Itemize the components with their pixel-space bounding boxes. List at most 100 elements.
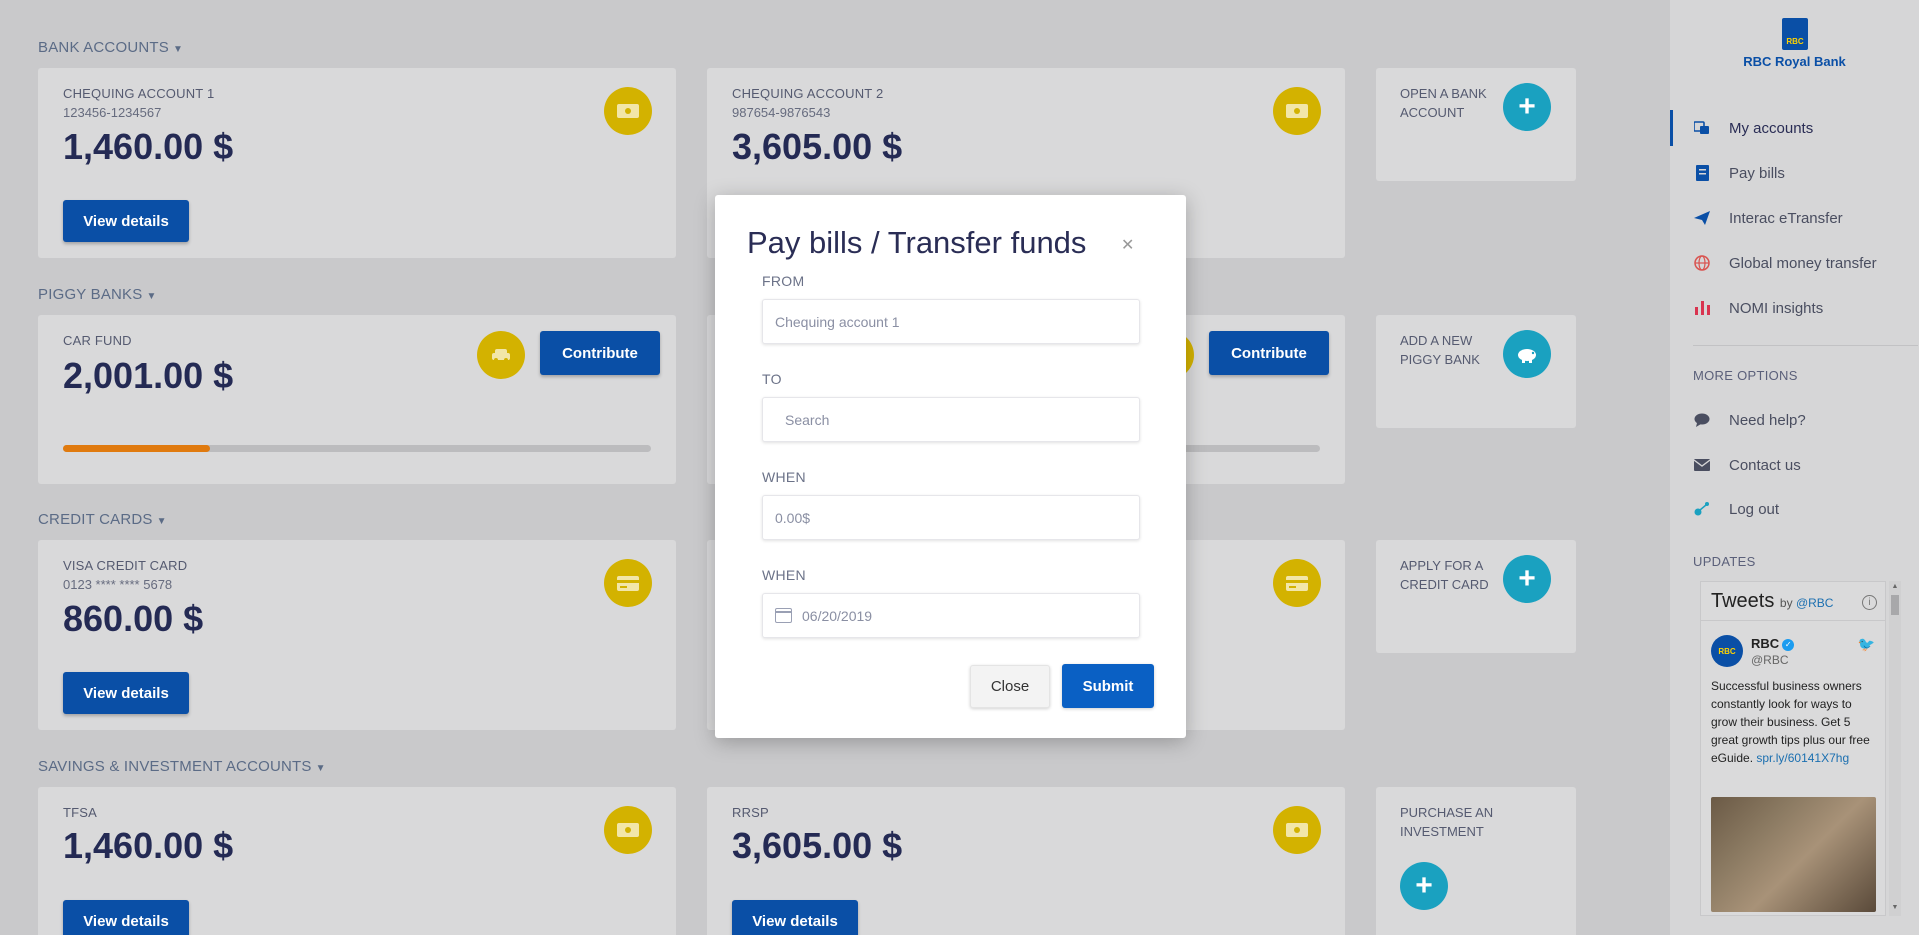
tweets-by-handle[interactable]: @RBC [1796, 596, 1834, 610]
apply-credit-label: APPLY FOR A CREDIT CARD [1400, 558, 1489, 592]
savings-balance: 3,605.00 $ [732, 825, 903, 866]
nav-contact-us[interactable]: Contact us [1670, 447, 1919, 483]
tweet-handle[interactable]: @RBC [1751, 653, 1789, 667]
nav-label: My accounts [1729, 119, 1814, 137]
tweets-scrollbar[interactable]: ▲ ▼ [1889, 581, 1901, 916]
account-balance: 3,605.00 $ [732, 126, 903, 167]
plus-icon[interactable]: + [1400, 862, 1448, 910]
nav-log-out[interactable]: Log out [1670, 491, 1919, 527]
chevron-down-icon: ▼ [156, 516, 167, 527]
contribute-button[interactable]: Contribute [1209, 331, 1329, 375]
scroll-up-arrow-icon[interactable]: ▲ [1889, 583, 1901, 593]
to-search-input[interactable]: Search [762, 397, 1140, 442]
tweet-author[interactable]: RBC ✓ [1751, 636, 1795, 651]
close-button[interactable]: Close [970, 665, 1050, 708]
cash-icon [604, 806, 652, 854]
chart-icon [1694, 300, 1710, 316]
open-account-card[interactable]: OPEN A BANK ACCOUNT + [1376, 68, 1576, 181]
add-piggy-card[interactable]: ADD A NEW PIGGY BANK [1376, 315, 1576, 428]
nav-label: Global money transfer [1729, 254, 1877, 272]
nav-label: Contact us [1729, 456, 1801, 474]
apply-credit-card[interactable]: APPLY FOR A CREDIT CARD + [1376, 540, 1576, 653]
nav-need-help[interactable]: Need help? [1670, 402, 1919, 438]
from-label: FROM [762, 273, 805, 289]
sidebar-divider [1693, 345, 1918, 346]
tweets-header: Tweets by @RBC [1711, 590, 1833, 613]
piggy-balance: 2,001.00 $ [63, 355, 234, 396]
view-details-button[interactable]: View details [63, 672, 189, 714]
chevron-down-icon: ▼ [172, 44, 184, 55]
close-icon[interactable]: ✕ [1121, 235, 1134, 255]
tweet-link[interactable]: spr.ly/60141X7hg [1756, 751, 1849, 765]
savings-name: TFSA [63, 805, 98, 820]
add-piggy-label: ADD A NEW PIGGY BANK [1400, 333, 1480, 367]
section-savings[interactable]: SAVINGS & INVESTMENT ACCOUNTS ▼ [38, 758, 326, 775]
pay-bills-modal: Pay bills / Transfer funds ✕ FROM Chequi… [715, 195, 1186, 738]
contribute-button[interactable]: Contribute [540, 331, 660, 375]
mail-icon [1694, 457, 1710, 473]
amount-input[interactable]: 0.00$ [762, 495, 1140, 540]
account-card-chequing-1: CHEQUING ACCOUNT 1 123456-1234567 1,460.… [38, 68, 676, 258]
from-select[interactable]: Chequing account 1 [762, 299, 1140, 344]
date-input[interactable]: 06/20/2019 [762, 593, 1140, 638]
scroll-down-arrow-icon[interactable]: ▼ [1889, 904, 1901, 914]
rbc-logo: RBC [1782, 18, 1808, 50]
piggy-name: CAR FUND [63, 333, 132, 348]
savings-name: RRSP [732, 805, 769, 820]
view-details-button[interactable]: View details [732, 900, 858, 935]
nav-label: Log out [1729, 500, 1780, 518]
nav-interac-etransfer[interactable]: Interac eTransfer [1670, 200, 1919, 236]
section-bank-accounts[interactable]: BANK ACCOUNTS ▼ [38, 39, 183, 56]
avatar[interactable]: RBC [1711, 635, 1743, 667]
view-details-button[interactable]: View details [63, 900, 189, 935]
nav-label: Need help? [1729, 411, 1806, 429]
scroll-thumb[interactable] [1891, 595, 1899, 615]
submit-button[interactable]: Submit [1062, 664, 1154, 708]
section-piggy-banks[interactable]: PIGGY BANKS ▼ [38, 286, 157, 303]
nav-my-accounts[interactable]: My accounts [1670, 110, 1919, 146]
cash-icon [1273, 806, 1321, 854]
account-balance: 1,460.00 $ [63, 126, 234, 167]
plus-icon[interactable]: + [1503, 555, 1551, 603]
to-label: TO [762, 371, 782, 387]
plus-icon[interactable]: + [1503, 83, 1551, 131]
nav-pay-bills[interactable]: Pay bills [1670, 155, 1919, 191]
purchase-investment-label: PURCHASE AN INVESTMENT [1400, 805, 1494, 839]
piggy-progress-bar [63, 445, 651, 452]
view-details-button[interactable]: View details [63, 200, 189, 242]
section-credit-cards[interactable]: CREDIT CARDS ▼ [38, 511, 167, 528]
logout-icon [1694, 501, 1710, 517]
credit-card-icon [604, 559, 652, 607]
section-title-label: SAVINGS & INVESTMENT ACCOUNTS [38, 758, 312, 775]
globe-icon [1694, 255, 1710, 271]
card-name: VISA CREDIT CARD [63, 558, 188, 573]
savings-card-tfsa: TFSA 1,460.00 $ View details [38, 787, 676, 935]
account-number: 987654-9876543 [732, 105, 831, 120]
chat-icon [1694, 412, 1710, 428]
section-title-label: CREDIT CARDS [38, 511, 153, 528]
nav-label: NOMI insights [1729, 299, 1824, 317]
chevron-down-icon: ▼ [315, 763, 326, 774]
info-icon[interactable]: i [1862, 595, 1877, 610]
nav-label: Pay bills [1729, 164, 1785, 182]
send-icon [1694, 210, 1710, 226]
credit-card-visa: VISA CREDIT CARD 0123 **** **** 5678 860… [38, 540, 676, 730]
twitter-widget[interactable]: Tweets by @RBC i RBC RBC ✓ @RBC 🐦 Success… [1700, 581, 1886, 916]
logo-text: RBC [1786, 37, 1804, 46]
nav-nomi-insights[interactable]: NOMI insights [1670, 290, 1919, 326]
cash-icon [604, 87, 652, 135]
piggy-bank-icon[interactable] [1503, 330, 1551, 378]
credit-card-icon [1273, 559, 1321, 607]
twitter-bird-icon: 🐦 [1857, 636, 1875, 652]
calendar-icon [775, 608, 792, 623]
savings-card-rrsp: RRSP 3,605.00 $ View details [707, 787, 1345, 935]
verified-icon: ✓ [1782, 638, 1795, 651]
brand-name: RBC Royal Bank [1743, 54, 1846, 69]
nav-global-money-transfer[interactable]: Global money transfer [1670, 245, 1919, 281]
tweets-by: by [1779, 596, 1793, 610]
purchase-investment-card[interactable]: PURCHASE AN INVESTMENT + [1376, 787, 1576, 935]
open-account-label: OPEN A BANK ACCOUNT [1400, 86, 1487, 120]
sidebar: RBC RBC Royal Bank My accounts Pay bills… [1670, 0, 1919, 935]
tweet-image[interactable] [1711, 797, 1876, 912]
account-name: CHEQUING ACCOUNT 1 [63, 86, 215, 101]
